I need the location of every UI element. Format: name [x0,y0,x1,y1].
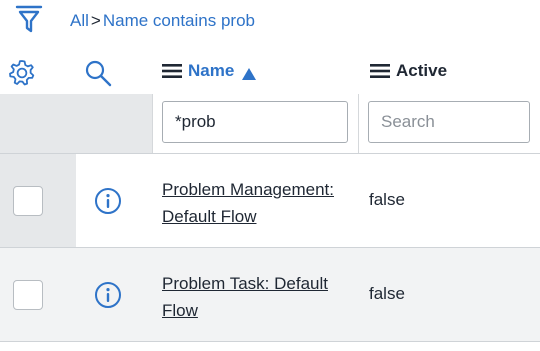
row-checkbox[interactable] [13,280,43,310]
gear-icon[interactable] [8,59,36,87]
record-name-link[interactable]: Problem Task: Default Flow [162,270,358,324]
breadcrumb-separator: > [90,11,101,30]
active-search-input[interactable] [368,101,530,143]
record-active-value: false [369,284,405,303]
column-active-label: Active [396,61,448,80]
column-name-label: Name [188,61,235,80]
breadcrumb-filter-link[interactable]: Name contains prob [103,11,255,30]
record-name-link[interactable]: Problem Management: Default Flow [162,176,358,230]
info-icon[interactable] [94,281,122,309]
sort-ascending-icon [242,65,257,80]
row-checkbox[interactable] [13,186,43,216]
search-icon[interactable] [84,59,112,87]
table-row: Problem Task: Default Flow false [0,248,540,342]
column-search-row [0,94,540,154]
table-row: Problem Management: Default Flow false [0,154,540,248]
filter-icon[interactable] [14,4,46,36]
breadcrumb: All > Name contains prob [70,10,255,32]
column-header-row: Name Active [0,50,540,94]
breadcrumb-all-link[interactable]: All [70,11,89,30]
column-menu-icon[interactable] [370,63,390,79]
filter-bar: All > Name contains prob [0,0,540,44]
column-menu-icon[interactable] [162,63,182,79]
record-active-value: false [369,190,405,209]
name-search-input[interactable] [162,101,348,143]
column-header-active[interactable]: Active [370,61,447,81]
info-icon[interactable] [94,187,122,215]
column-header-name[interactable]: Name [162,61,257,81]
